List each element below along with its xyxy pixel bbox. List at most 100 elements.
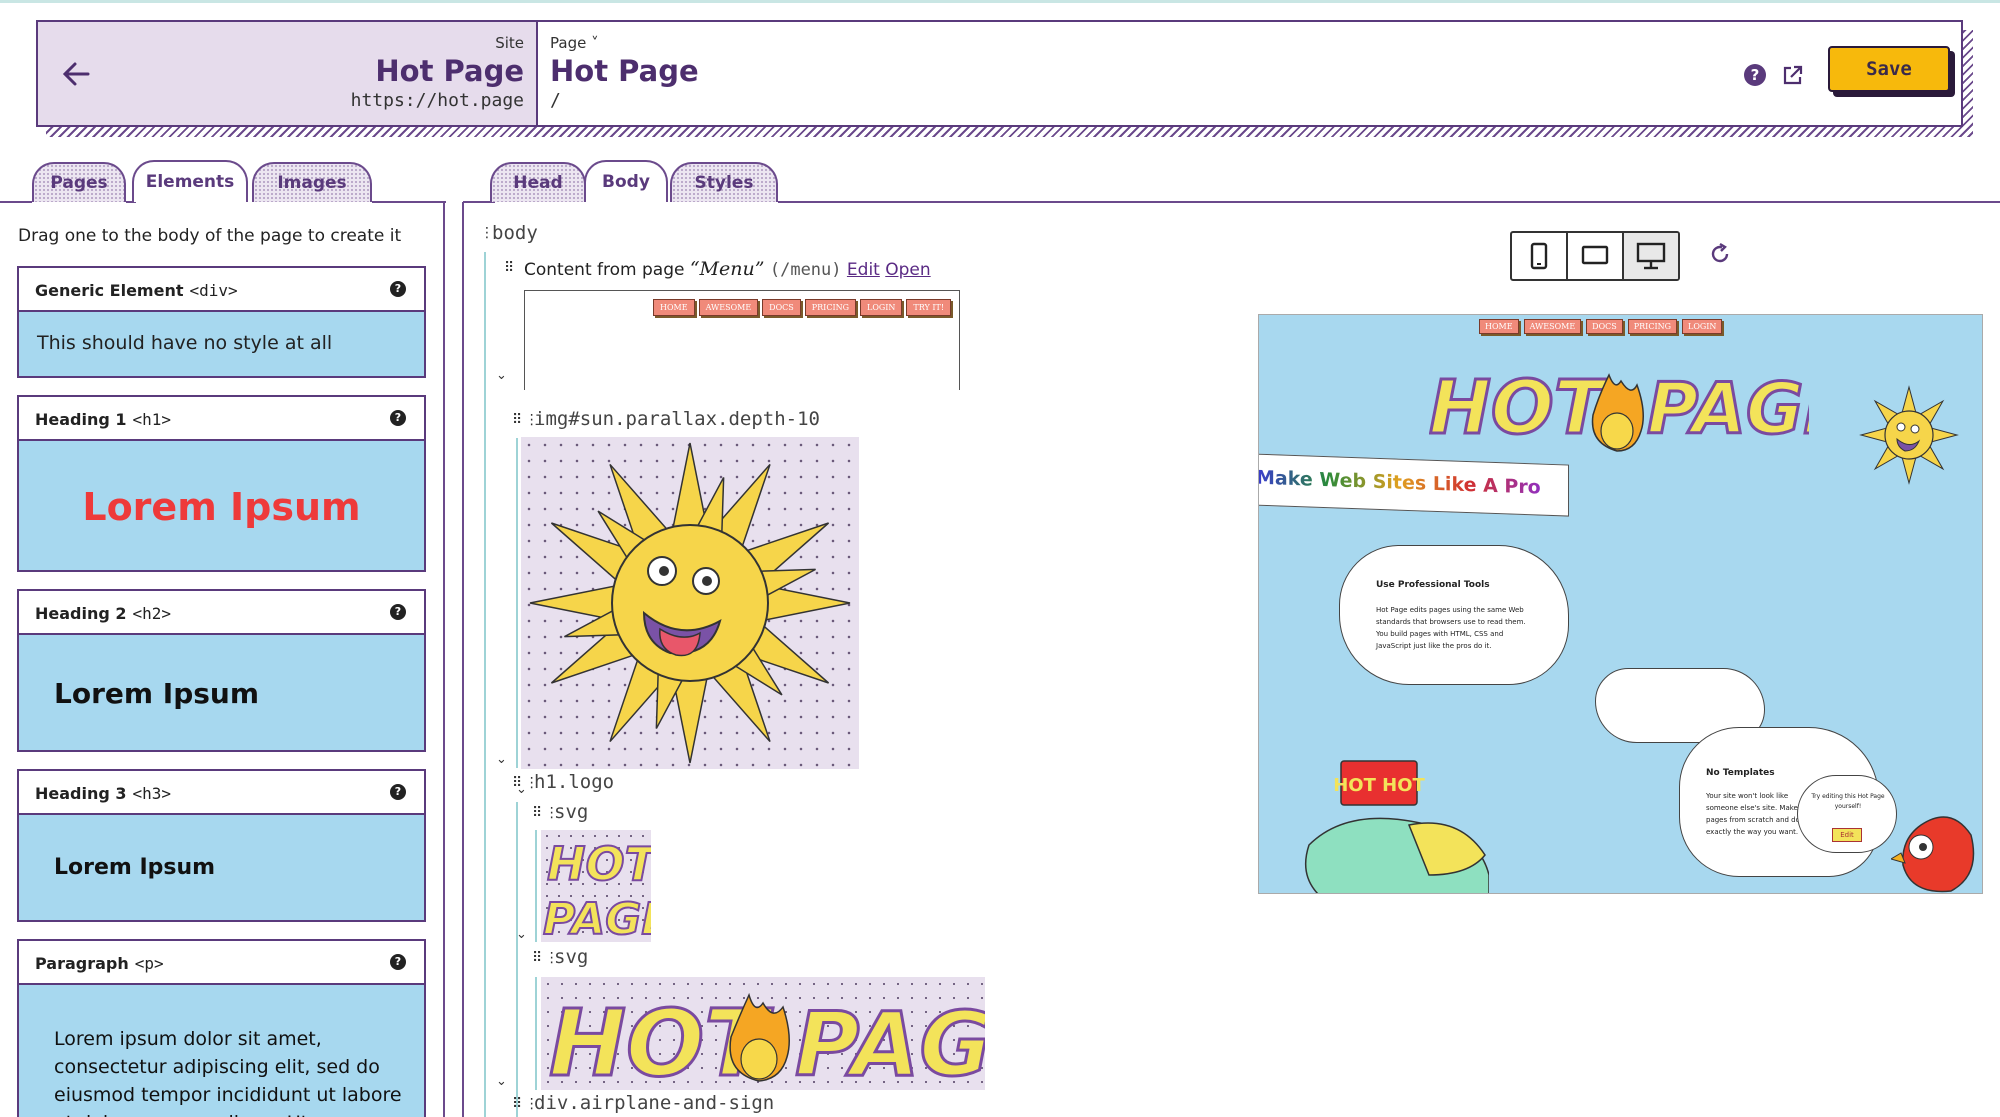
menu-pill[interactable]: AWESOME (1523, 319, 1582, 334)
element-card-header: Generic Element <div> ? (19, 268, 424, 312)
edit-link[interactable]: Edit (847, 260, 880, 280)
phone-icon (1530, 242, 1548, 270)
preview-shark-icon: HOT HOT (1304, 760, 1489, 893)
help-icon[interactable]: ? (1744, 64, 1766, 86)
tab-images[interactable]: Images (252, 162, 372, 202)
bubble-text: Try editing this Hot Page yourself! (1811, 793, 1885, 810)
bubble-edit-button[interactable]: Edit (1832, 828, 1862, 842)
menu-pill[interactable]: AWESOME (698, 299, 759, 316)
div-preview-text: This should have no style at all (37, 332, 333, 354)
menu-pill[interactable]: PRICING (804, 299, 856, 316)
sun-image[interactable] (521, 437, 859, 769)
refresh-icon[interactable] (1708, 242, 1732, 266)
save-wrap: Save (1828, 46, 1955, 97)
device-mobile-button[interactable] (1512, 233, 1568, 279)
chevron-down-icon[interactable]: ⌄ (516, 927, 527, 942)
preview-logo-icon: HOT PAGE (1429, 364, 1809, 453)
grid-handle-icon[interactable]: ⠿ (504, 260, 514, 276)
tree-node-svg[interactable]: svg (554, 801, 588, 823)
preview-bird-icon (1891, 816, 1975, 893)
content-from-label: Content from page (524, 260, 685, 280)
tree-guide (535, 830, 537, 942)
tree-guide (535, 977, 537, 1090)
help-icon[interactable]: ? (390, 410, 406, 426)
menu-pill[interactable]: TRY IT! (906, 299, 952, 316)
preview-logo-right: PAGE (1647, 368, 1809, 450)
elements-panel: Drag one to the body of the page to crea… (0, 202, 445, 1117)
page-title: Hot Page (550, 54, 699, 88)
page-preview[interactable]: HOME AWESOME DOCS PRICING LOGIN HOT PAGE Mak… (1258, 314, 1983, 894)
element-card-h3[interactable]: Heading 3 <h3> ? Lorem Ipsum (17, 769, 426, 922)
tab-body[interactable]: Body (584, 160, 668, 202)
menu-preview-bar: HOME AWESOME DOCS PRICING LOGIN TRY IT! (653, 299, 952, 316)
element-card-header: Heading 2 <h2> ? (19, 591, 424, 635)
preview-sign-text: HOT HOT (1333, 775, 1425, 796)
device-desktop-button[interactable] (1624, 233, 1678, 279)
logo-stacked-image[interactable]: HOT PAGE (541, 830, 672, 946)
chevron-down-icon[interactable]: ⌄ (496, 1074, 507, 1089)
logo-stacked-icon: HOT PAGE (542, 836, 672, 946)
menu-pill[interactable]: PRICING (1627, 319, 1677, 334)
menu-pill[interactable]: LOGIN (860, 299, 903, 316)
device-tablet-button[interactable] (1568, 233, 1624, 279)
tree-node-sun[interactable]: img#sun.parallax.depth-10 (534, 408, 820, 430)
tree-node-svg[interactable]: svg (554, 946, 588, 968)
open-external-icon[interactable] (1781, 63, 1805, 87)
element-tag: <h2> (132, 604, 172, 623)
preview-banner-text: Make Web Sites Like A Pro (1258, 466, 1541, 499)
h3-preview-text: Lorem Ipsum (54, 855, 216, 880)
tab-head[interactable]: Head (490, 162, 586, 202)
p-preview-text: Lorem ipsum dolor sit amet, consectetur … (54, 1028, 402, 1117)
element-card-header: Paragraph <p> ? (19, 941, 424, 985)
element-card-header: Heading 3 <h3> ? (19, 771, 424, 815)
menu-pill[interactable]: HOME (653, 299, 695, 316)
help-icon[interactable]: ? (390, 604, 406, 620)
back-arrow-icon[interactable] (58, 56, 94, 92)
element-name: Paragraph (35, 954, 129, 973)
menu-pill[interactable]: LOGIN (1682, 319, 1723, 334)
tab-styles[interactable]: Styles (670, 162, 778, 202)
desktop-icon (1636, 242, 1666, 270)
logo-wide-image[interactable]: HOT PAGE (541, 977, 1054, 1099)
help-icon[interactable]: ? (390, 281, 406, 297)
preview-logo-left: HOT (1429, 365, 1610, 451)
menu-pill[interactable]: DOCS (762, 299, 801, 316)
help-icon[interactable]: ? (390, 954, 406, 970)
element-card-p[interactable]: Paragraph <p> ? Lorem ipsum dolor sit ame… (17, 939, 426, 1117)
element-name: Heading 2 (35, 604, 127, 623)
element-card-name: Heading 1 <h1> (35, 410, 171, 429)
content-page-name: “Menu” (689, 258, 765, 280)
chevron-down-icon[interactable]: ⌄ (496, 368, 507, 383)
h2-preview-text: Lorem Ipsum (54, 677, 260, 710)
page-path: / (550, 90, 561, 111)
site-block: Site Hot Page https://hot.page (38, 22, 538, 125)
element-card-div[interactable]: Generic Element <div> ? This should have … (17, 266, 426, 378)
element-card-h1[interactable]: Heading 1 <h1> ? Lorem Ipsum (17, 395, 426, 572)
open-link[interactable]: Open (885, 260, 930, 280)
chevron-down-icon[interactable]: ⌄ (496, 752, 507, 767)
page-dropdown[interactable]: Page ˅ (550, 34, 599, 52)
tree-node-airplane[interactable]: div.airplane-and-sign (534, 1092, 774, 1114)
save-button[interactable]: Save (1828, 46, 1950, 92)
h1-preview-text: Lorem Ipsum (82, 485, 361, 529)
element-card-name: Generic Element <div> (35, 281, 238, 300)
cloud-tools-title: Use Professional Tools (1376, 580, 1490, 590)
chevron-down-icon[interactable]: ⌄ (516, 782, 527, 797)
tree-node-logo[interactable]: h1.logo (534, 771, 614, 793)
help-icon[interactable]: ? (390, 784, 406, 800)
element-card-name: Heading 3 <h3> (35, 784, 171, 803)
tablet-icon (1581, 245, 1609, 265)
element-tag: <h1> (132, 410, 172, 429)
element-card-h2[interactable]: Heading 2 <h2> ? Lorem Ipsum (17, 589, 426, 752)
menu-pill[interactable]: HOME (1479, 319, 1519, 334)
tree-node-body[interactable]: body (492, 222, 538, 244)
menu-pill[interactable]: DOCS (1586, 319, 1623, 334)
sun-illustration-icon (529, 442, 851, 764)
menu-content-preview: HOME AWESOME DOCS PRICING LOGIN TRY IT! (524, 290, 960, 390)
tab-elements[interactable]: Elements (132, 160, 248, 202)
preview-menu: HOME AWESOME DOCS PRICING LOGIN (1479, 319, 1723, 334)
logo-wide-icon: HOT PAGE (548, 989, 1054, 1099)
tab-pages[interactable]: Pages (32, 162, 126, 202)
site-label: Site (495, 34, 524, 52)
svg-text:PAGE: PAGE (795, 993, 985, 1090)
